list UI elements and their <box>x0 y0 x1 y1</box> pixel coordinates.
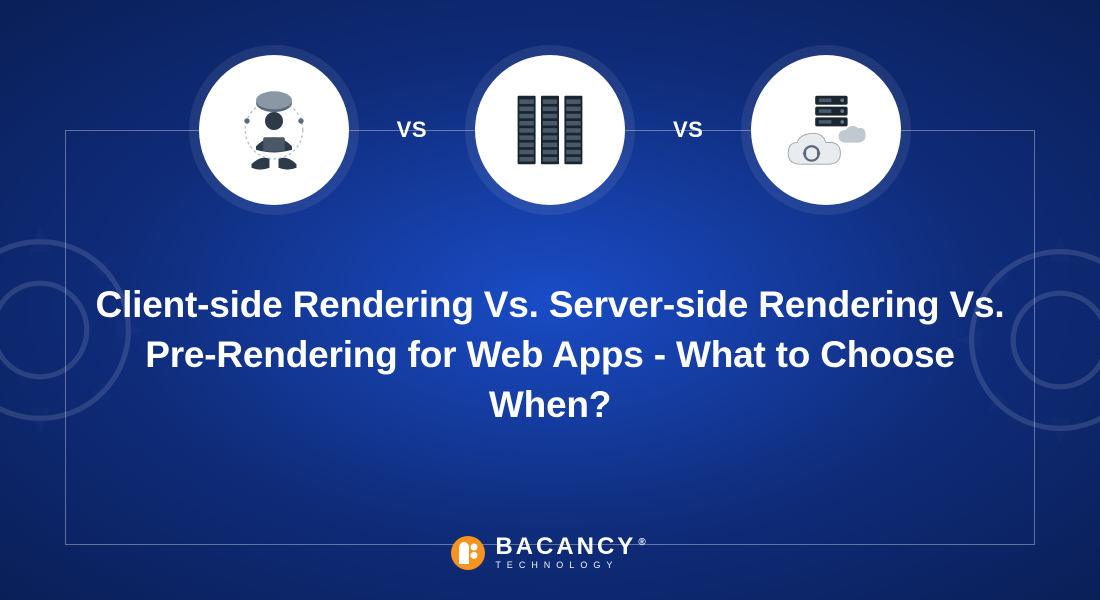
pre-rendering-circle <box>751 55 901 205</box>
cloud-sync-server-icon <box>781 85 871 175</box>
brand-name: BACANCY <box>495 533 636 560</box>
brand-logo-text: BACANCY® TECHNOLOGY <box>495 535 648 570</box>
brand-logo: BACANCY® TECHNOLOGY <box>0 535 1100 570</box>
vs-label-1: VS <box>397 117 427 143</box>
client-side-circle <box>199 55 349 205</box>
page-headline: Client-side Rendering Vs. Server-side Re… <box>80 280 1020 430</box>
server-side-circle <box>475 55 625 205</box>
server-rack-icon <box>505 85 595 175</box>
brand-registered: ® <box>638 537 648 548</box>
comparison-icons-row: VS VS <box>0 55 1100 205</box>
client-user-icon <box>229 85 319 175</box>
vs-label-2: VS <box>673 117 703 143</box>
brand-tagline: TECHNOLOGY <box>495 561 648 570</box>
brand-logo-mark-icon <box>451 536 485 570</box>
